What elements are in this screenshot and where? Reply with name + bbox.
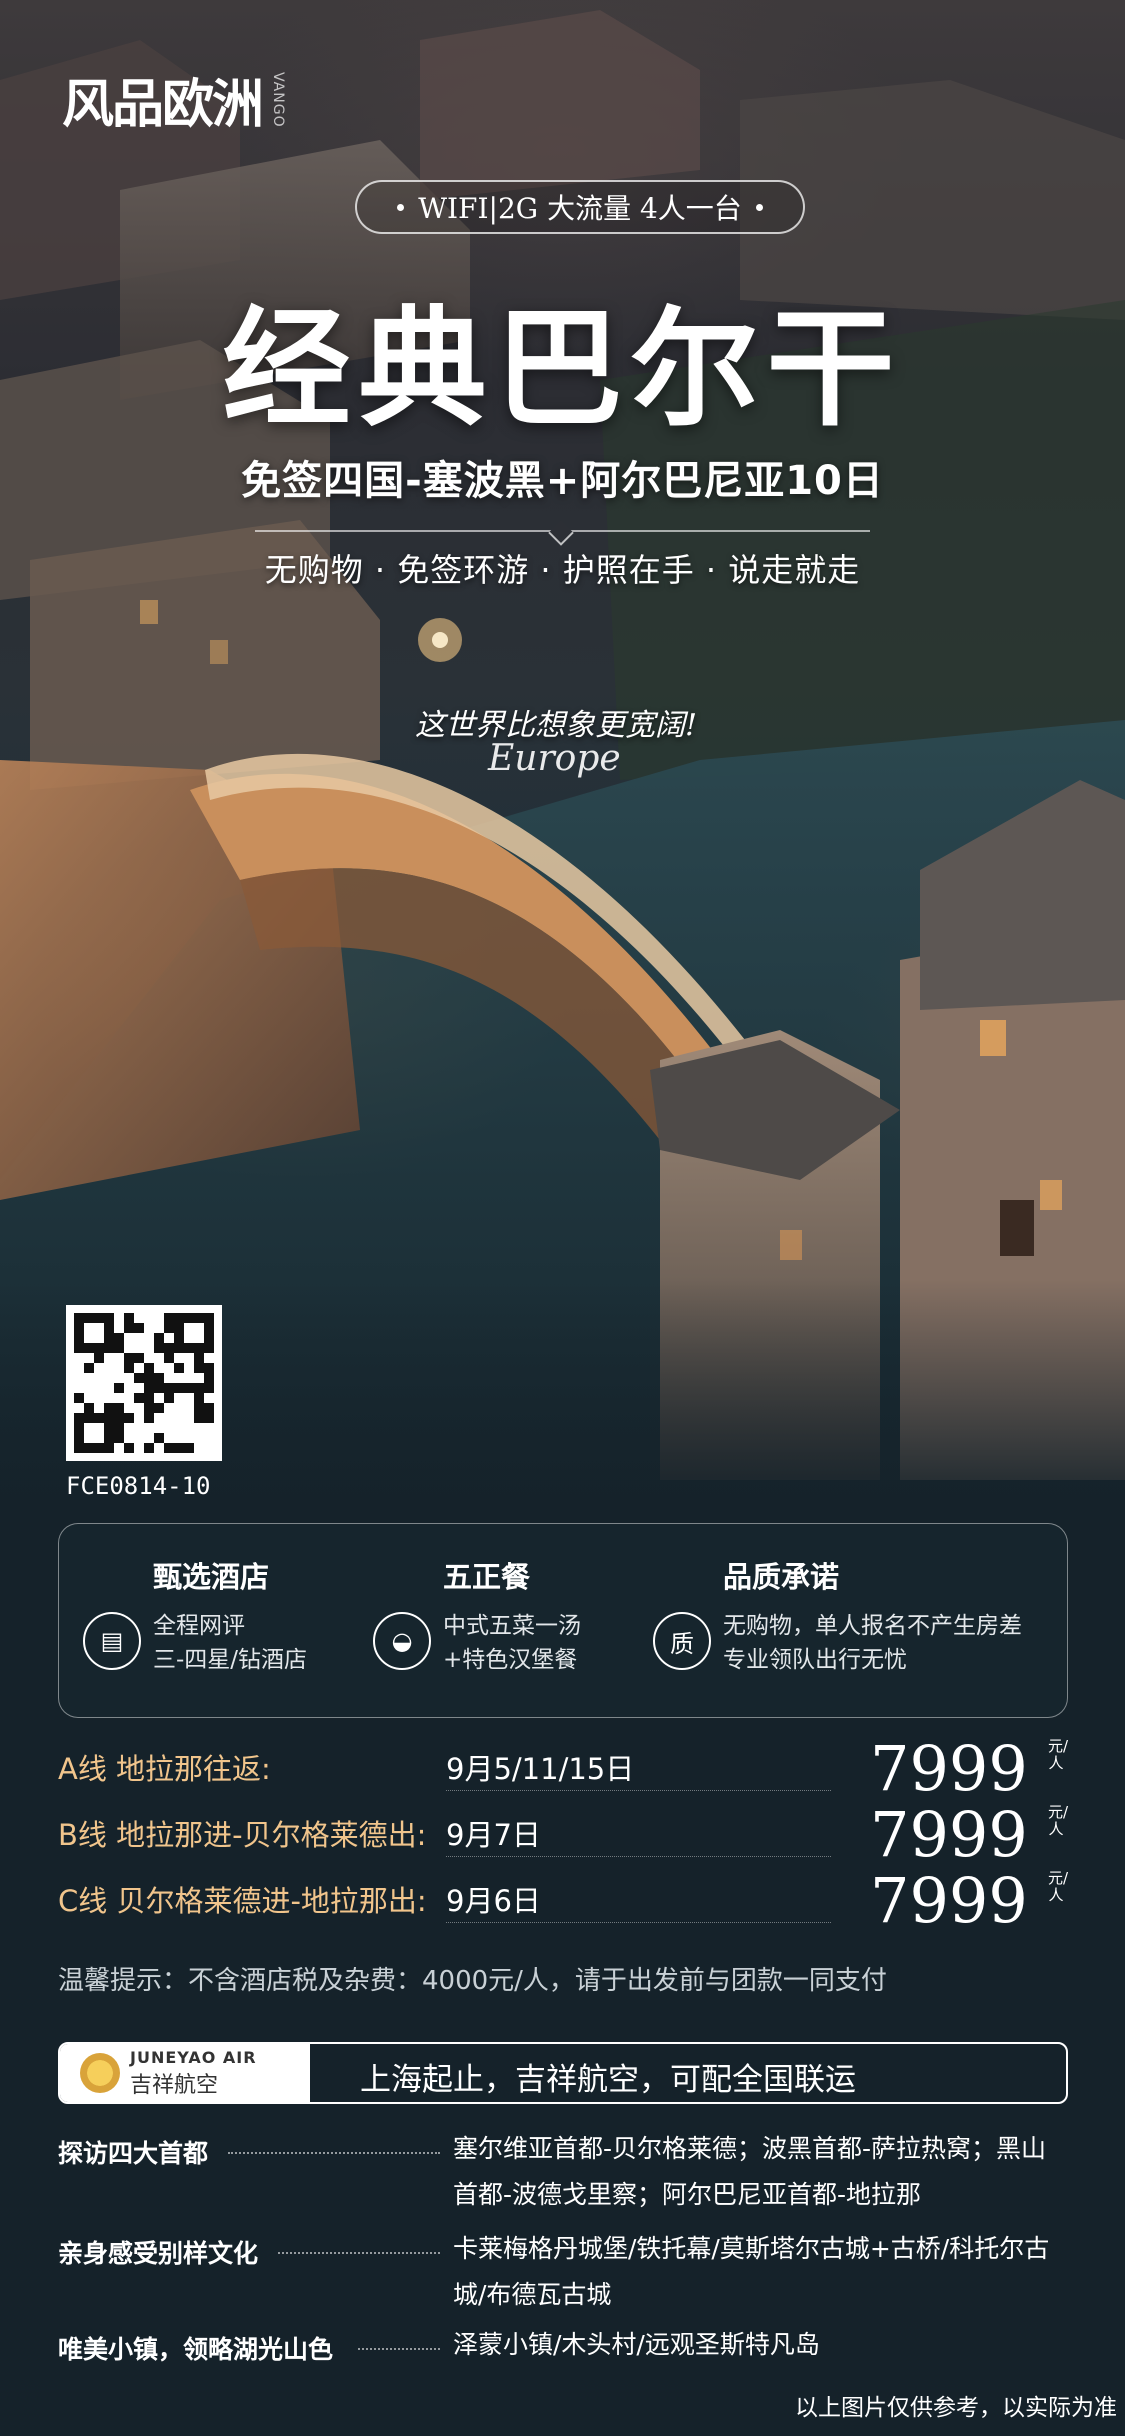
route-name: C线 贝尔格莱德进-地拉那出: — [58, 1884, 427, 1918]
airline-logo: JUNEYAO AIR 吉祥航空 — [60, 2044, 310, 2102]
dotted-leader — [278, 2252, 440, 2254]
quality-badge-icon: 质 — [653, 1612, 711, 1670]
price-unit: 元/人 — [1048, 1803, 1069, 1838]
dotted-leader — [228, 2152, 440, 2154]
route-row[interactable]: A线 地拉那往返: 9月5/11/15日 7999 元/人 — [58, 1732, 1069, 1805]
highlight-value: 塞尔维亚首都-贝尔格莱德；波黑首都-萨拉热窝；黑山首都-波德戈里察；阿尔巴尼亚首… — [453, 2134, 1047, 2209]
dotted-leader — [358, 2348, 440, 2350]
highlight-title: 亲身感受别样文化 — [58, 2239, 259, 2268]
slogan-english: Europe — [488, 738, 621, 779]
dining-bell-icon: ◒ — [373, 1612, 431, 1670]
feature-line: +特色汉堡餐 — [443, 1647, 578, 1673]
highlight-value: 卡莱梅格丹城堡/铁托幕/莫斯塔尔古城+古桥/科托尔古城/布德瓦古城 — [453, 2234, 1050, 2309]
dotted-divider — [446, 1856, 831, 1857]
product-code: FCE0814-10 — [66, 1472, 211, 1500]
hero-photo: 风品欧洲 VANGO WIFI|2G 大流量 4人一台 经典巴尔干 免签四国-塞… — [0, 0, 1125, 1520]
feature-line: 三-四星/钻酒店 — [153, 1647, 308, 1673]
route-row[interactable]: B线 地拉那进-贝尔格莱德出: 9月7日 7999 元/人 — [58, 1798, 1069, 1871]
airline-name-cn: 吉祥航空 — [130, 2072, 219, 2098]
route-dates: 9月7日 — [446, 1818, 541, 1852]
route-name: A线 地拉那往返: — [58, 1752, 271, 1786]
hotel-icon: ▤ — [83, 1612, 141, 1670]
features-panel: ▤ 甄选酒店 全程网评 三-四星/钻酒店 ◒ 五正餐 中式五菜一汤 +特色汉堡餐… — [58, 1523, 1068, 1718]
highlight-title: 唯美小镇，领略湖光山色 — [58, 2335, 334, 2364]
route-price: 7999 — [870, 1798, 1028, 1871]
bullet-dot-icon — [755, 203, 763, 211]
airline-text: 上海起止，吉祥航空，可配全国联运 — [360, 2062, 856, 2098]
feature-title: 品质承诺 — [723, 1560, 840, 1594]
feature-title: 五正餐 — [443, 1560, 531, 1594]
route-name: B线 地拉那进-贝尔格莱德出: — [58, 1818, 427, 1852]
reminder-text: 温馨提示：不含酒店税及杂费：4000元/人，请于出发前与团款一同支付 — [58, 1966, 887, 1996]
brand-logo-small: VANGO — [270, 71, 287, 128]
poster-subtitle: 免签四国-塞波黑+阿尔巴尼亚10日 — [241, 458, 884, 504]
qr-code[interactable] — [66, 1305, 222, 1461]
highlight-title: 探访四大首都 — [58, 2139, 209, 2168]
feature-title: 甄选酒店 — [153, 1560, 270, 1594]
tagline: 无购物 · 免签环游 · 护照在手 · 说走就走 — [264, 551, 861, 589]
route-price: 7999 — [870, 1864, 1028, 1937]
price-unit: 元/人 — [1048, 1737, 1069, 1772]
brand-logo: 风品欧洲 VANGO — [62, 62, 286, 137]
brand-logo-text: 风品欧洲 — [62, 74, 264, 135]
wifi-pill: WIFI|2G 大流量 4人一台 — [355, 180, 805, 234]
feature-line: 专业领队出行无忧 — [723, 1647, 907, 1673]
wifi-pill-text: WIFI|2G 大流量 4人一台 — [418, 192, 742, 225]
image-disclaimer: 以上图片仅供参考，以实际为准 — [795, 2395, 1117, 2421]
route-dates: 9月5/11/15日 — [446, 1752, 635, 1786]
feature-line: 全程网评 — [153, 1613, 245, 1639]
dotted-divider — [446, 1922, 831, 1923]
feature-line: 无购物，单人报名不产生房差 — [723, 1613, 1022, 1639]
poster-title: 经典巴尔干 — [222, 294, 903, 444]
route-row[interactable]: C线 贝尔格莱德进-地拉那出: 9月6日 7999 元/人 — [58, 1864, 1069, 1937]
feature-line: 中式五菜一汤 — [443, 1613, 581, 1639]
airline-name-en: JUNEYAO AIR — [130, 2047, 257, 2067]
highlight-value: 泽蒙小镇/木头村/远观圣斯特凡岛 — [453, 2330, 820, 2359]
price-unit: 元/人 — [1048, 1869, 1069, 1904]
route-dates: 9月6日 — [446, 1884, 541, 1918]
qr-code-pattern — [74, 1313, 214, 1453]
airline-banner: JUNEYAO AIR 吉祥航空 上海起止，吉祥航空，可配全国联运 — [58, 2042, 1068, 2104]
juneyao-sun-icon — [80, 2053, 120, 2093]
dotted-divider — [446, 1790, 831, 1791]
bullet-dot-icon — [397, 203, 405, 211]
route-price: 7999 — [870, 1732, 1028, 1805]
